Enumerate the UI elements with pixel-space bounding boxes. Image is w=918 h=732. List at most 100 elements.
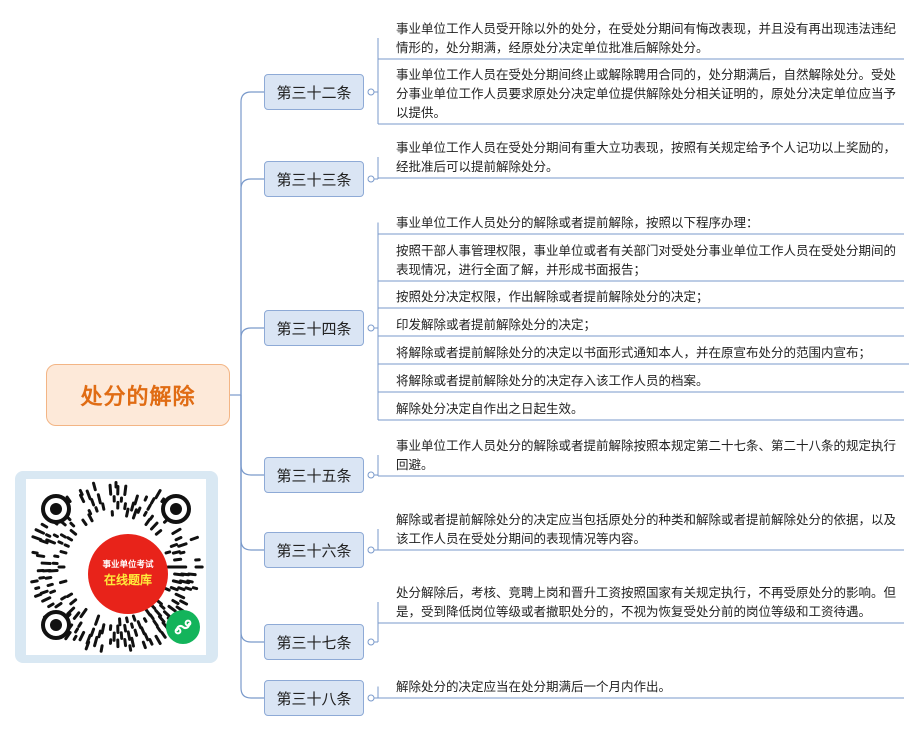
qr-mark <box>45 533 52 538</box>
qr-mark <box>123 484 128 497</box>
qr-mark <box>131 508 138 520</box>
qr-mark <box>131 614 137 622</box>
qr-mark <box>66 536 74 542</box>
collapse-dot <box>367 175 375 183</box>
qr-mark <box>69 529 78 536</box>
qr-mark <box>136 620 143 630</box>
leaf-text: 事业单位工作人员在受处分期间终止或解除聘用合同的，处分期满后，自然解除处分。受处… <box>396 67 897 120</box>
qr-mark <box>72 634 78 641</box>
qr-mark <box>179 599 189 606</box>
qr-mark <box>130 501 135 512</box>
qr-mark <box>52 533 59 539</box>
qr-mark <box>87 513 94 523</box>
leaf-text: 事业单位工作人员在受处分期间有重大立功表现，按照有关规定给予个人记功以上奖励的，… <box>396 140 897 174</box>
qr-mark <box>149 497 156 505</box>
qr-code-image: 事业单位考试 在线题库 <box>26 479 206 655</box>
qr-mark <box>125 616 129 624</box>
qr-mark <box>92 481 97 492</box>
qr-mark <box>93 635 99 648</box>
qr-mark <box>123 637 128 648</box>
qr-mark <box>171 550 181 555</box>
qr-mark <box>187 572 197 577</box>
qr-mark <box>72 611 81 620</box>
article-34-node[interactable]: 第三十四条 <box>264 310 364 346</box>
qr-mark <box>173 557 183 562</box>
qr-center-badge: 事业单位考试 在线题库 <box>88 534 168 614</box>
article-label: 第三十五条 <box>276 466 352 485</box>
connector <box>240 395 264 476</box>
qr-mark <box>35 554 46 558</box>
connector <box>240 395 264 699</box>
article-label: 第三十三条 <box>276 170 352 189</box>
qr-mark <box>39 589 49 595</box>
qr-finder-center <box>50 503 62 515</box>
qr-mark <box>130 622 134 629</box>
collapse-dot <box>367 638 375 646</box>
qr-mark <box>69 521 76 528</box>
connector <box>240 395 264 643</box>
qr-mark <box>136 506 142 514</box>
collapse-dot <box>367 88 375 96</box>
qr-mark <box>143 495 149 502</box>
qr-mark <box>160 631 167 639</box>
qr-mark <box>152 619 159 628</box>
qr-mark <box>179 550 186 555</box>
qr-mark <box>85 489 92 501</box>
qr-mark <box>191 586 199 591</box>
leaf-text: 将解除或者提前解除处分的决定以书面形式通知本人，并在原宣布处分的范围内宣布； <box>396 345 872 360</box>
qr-mark <box>60 595 67 601</box>
qr-mark <box>79 607 88 619</box>
qr-mark <box>94 506 99 513</box>
qr-mark <box>69 598 78 606</box>
leaf-text: 将解除或者提前解除处分的决定存入该工作人员的档案。 <box>396 373 709 388</box>
qr-mark <box>97 629 102 639</box>
qr-mark <box>96 493 102 505</box>
connector <box>240 327 264 395</box>
leaf-text: 按照干部人事管理权限，事业单位或者有关部门对受处分事业单位工作人员在受处分期间的… <box>396 243 897 277</box>
qr-mark <box>41 596 52 603</box>
article-37-node[interactable]: 第三十七条 <box>264 624 364 660</box>
article-35-node[interactable]: 第三十五条 <box>264 457 364 493</box>
qr-mark <box>47 602 55 609</box>
qr-mark <box>58 579 68 585</box>
qr-mark <box>130 636 135 648</box>
leaf-text: 处分解除后，考核、竞聘上岗和晋升工资按照国家有关规定执行，不再受原处分的影响。但… <box>396 585 897 619</box>
article-36-node[interactable]: 第三十六条 <box>264 532 364 568</box>
qr-mark <box>53 554 60 559</box>
qr-mark <box>148 613 155 621</box>
qr-mark <box>162 610 171 618</box>
collapse-dot <box>367 694 375 702</box>
qr-mark <box>34 586 41 591</box>
qr-mark <box>169 586 179 592</box>
qr-mark <box>167 604 177 613</box>
qr-finder-center <box>170 503 182 515</box>
qr-mark <box>154 634 162 646</box>
qr-mark <box>49 589 57 595</box>
qr-mark <box>34 528 45 535</box>
article-label: 第三十七条 <box>276 633 352 652</box>
qr-mark <box>186 579 194 584</box>
article-33-node[interactable]: 第三十三条 <box>264 161 364 197</box>
leaf-text: 按照处分决定权限，作出解除或者提前解除处分的决定； <box>396 289 709 304</box>
root-title: 处分的解除 <box>80 385 196 410</box>
article-label: 第三十八条 <box>276 689 352 708</box>
article-38-node[interactable]: 第三十八条 <box>264 680 364 716</box>
qr-mark <box>169 542 179 548</box>
qr-mark <box>133 628 139 637</box>
qr-mark <box>125 507 130 518</box>
qr-mark <box>89 627 96 638</box>
root-topic[interactable]: 处分的解除 <box>46 364 230 426</box>
qr-mark <box>142 617 148 623</box>
qr-mark <box>79 493 86 504</box>
article-32-node[interactable]: 第三十二条 <box>264 74 364 110</box>
qr-mark <box>148 514 154 521</box>
qr-mark <box>40 522 49 529</box>
qr-mark <box>30 579 39 584</box>
qr-mark <box>144 518 151 527</box>
qr-mark <box>140 626 146 636</box>
leaf-text: 事业单位工作人员处分的解除或者提前解除，按照以下程序办理： <box>396 215 759 230</box>
mini-program-icon <box>166 610 200 644</box>
leaf-text: 解除处分的决定应当在处分期满后一个月内作出。 <box>396 679 672 694</box>
qr-mark <box>77 621 83 628</box>
leaf-text: 解除处分决定自作出之日起生效。 <box>396 401 584 416</box>
